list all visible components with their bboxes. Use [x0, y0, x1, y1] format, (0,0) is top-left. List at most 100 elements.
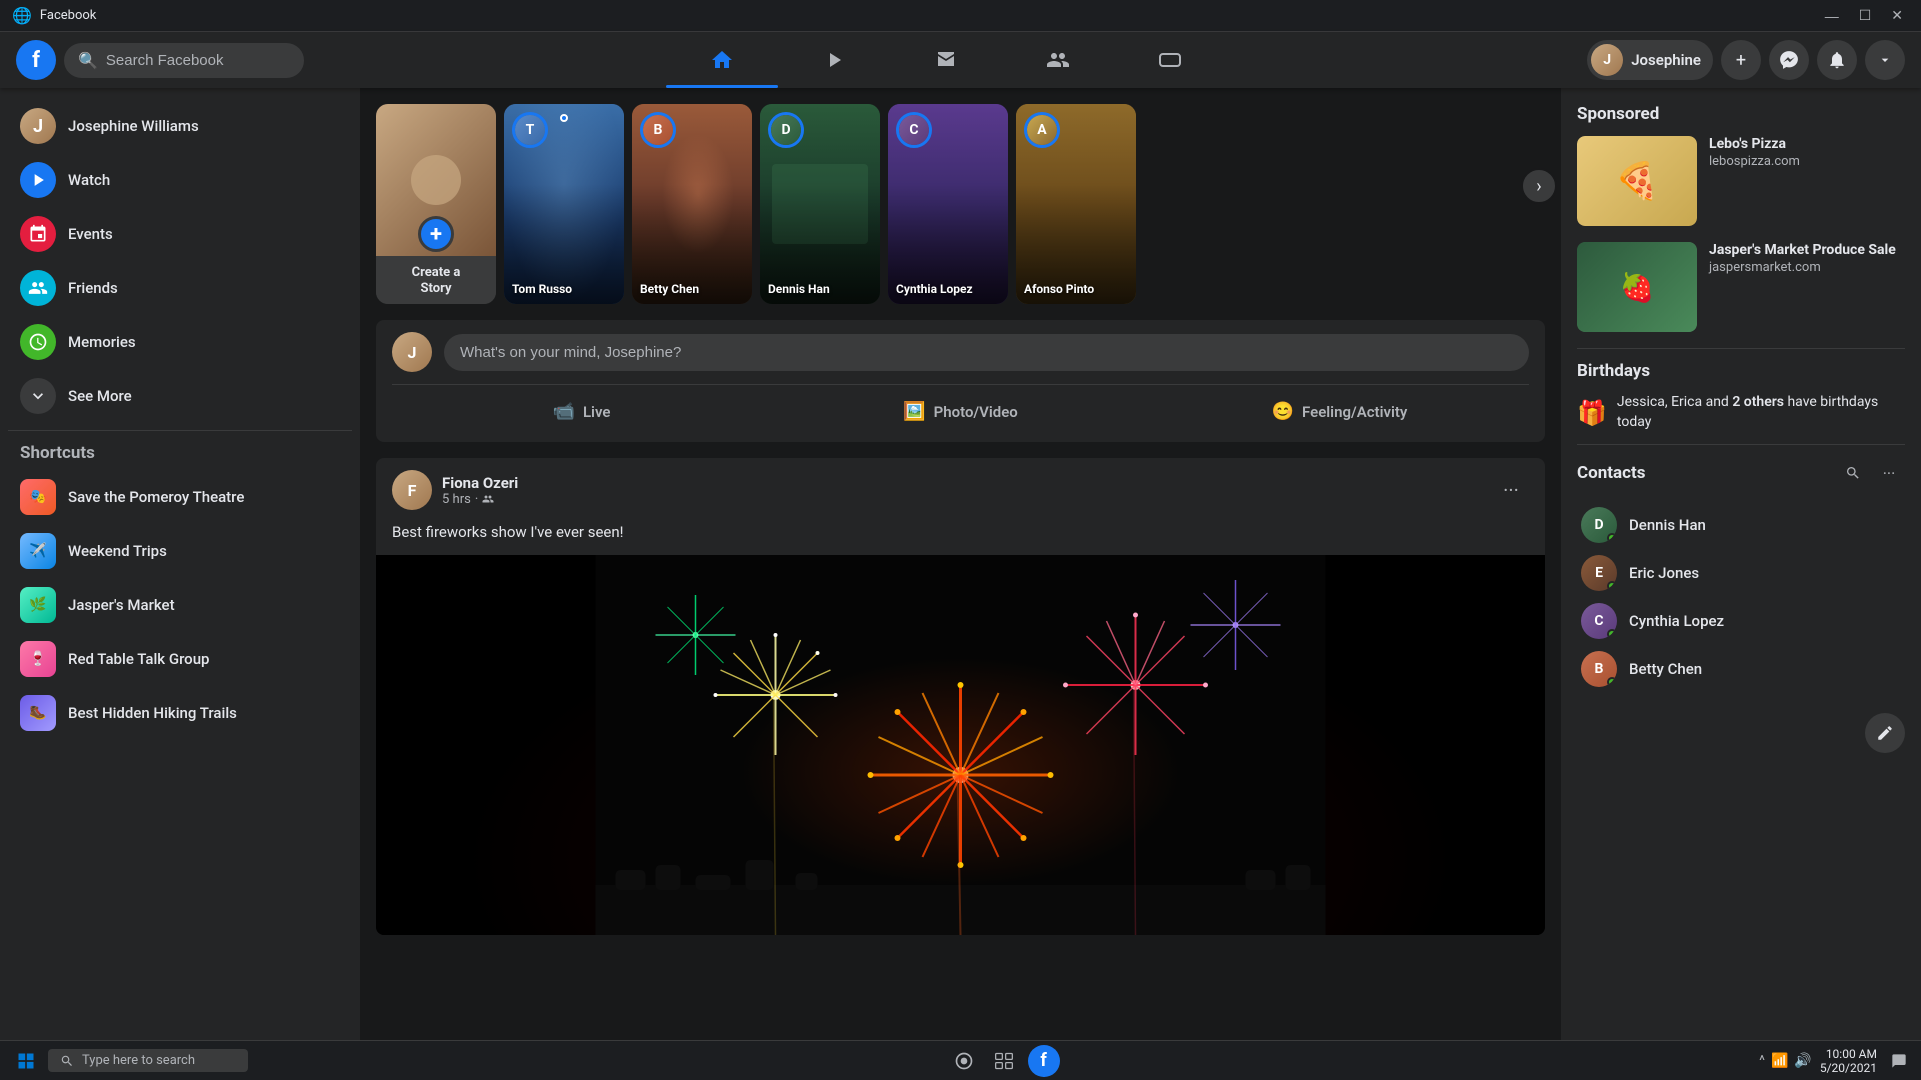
post-input[interactable]: What's on your mind, Josephine?: [444, 334, 1529, 371]
title-bar-title: 🌐 Facebook: [12, 6, 96, 25]
notifications-taskbar-button[interactable]: [1885, 1047, 1913, 1075]
post-user-info: Fiona Ozeri 5 hrs ·: [442, 474, 1483, 507]
contact-dennis[interactable]: D Dennis Han: [1577, 501, 1905, 549]
volume-icon[interactable]: 🔊: [1794, 1053, 1811, 1069]
notifications-button[interactable]: [1817, 40, 1857, 80]
tom-story-avatar-ring: T: [512, 112, 548, 148]
shortcut-weekend-thumb: ✈️: [20, 533, 56, 569]
start-button[interactable]: [8, 1043, 44, 1079]
taskbar-search-bar[interactable]: Type here to search: [48, 1049, 248, 1072]
stories-next-button[interactable]: ›: [1521, 168, 1557, 204]
story-tom[interactable]: T Tom Russo: [504, 104, 624, 304]
sidebar-item-friends[interactable]: Friends: [8, 262, 352, 314]
minimize-button[interactable]: —: [1819, 5, 1845, 26]
taskbar-task-view[interactable]: [986, 1043, 1022, 1079]
taskbar-right: ^ 📶 🔊 10:00 AM 5/20/2021: [1759, 1047, 1913, 1075]
sidebar-user-avatar: J: [20, 108, 56, 144]
title-bar: 🌐 Facebook — ☐ ✕: [0, 0, 1921, 32]
contact-dennis-name: Dennis Han: [1629, 516, 1706, 534]
sidebar-item-see-more[interactable]: See More: [8, 370, 352, 422]
post-author-name[interactable]: Fiona Ozeri: [442, 474, 1483, 492]
facebook-logo[interactable]: f: [16, 40, 56, 80]
post-image: [376, 555, 1545, 935]
post-meta: 5 hrs ·: [442, 492, 1483, 507]
taskbar-fb-icon: f: [1028, 1045, 1060, 1077]
contact-cynthia[interactable]: C Cynthia Lopez: [1577, 597, 1905, 645]
shortcut-pomeroy-thumb: 🎭: [20, 479, 56, 515]
sidebar-item-events[interactable]: Events: [8, 208, 352, 260]
sidebar-item-user-profile[interactable]: J Josephine Williams: [8, 100, 352, 152]
chevron-icon[interactable]: ^: [1759, 1053, 1765, 1069]
contacts-more-button[interactable]: ···: [1873, 457, 1905, 489]
betty-story-avatar-ring: B: [640, 112, 676, 148]
shortcut-hiking[interactable]: 🥾 Best Hidden Hiking Trails: [8, 687, 352, 739]
story-betty[interactable]: B Betty Chen: [632, 104, 752, 304]
section-divider-contacts: [1577, 444, 1905, 445]
messenger-button[interactable]: [1769, 40, 1809, 80]
add-button[interactable]: +: [1721, 40, 1761, 80]
ad-jasper-market[interactable]: 🍓 Jasper's Market Produce Sale jaspersma…: [1577, 242, 1905, 332]
taskbar-cortana[interactable]: [946, 1043, 982, 1079]
dennis-story-avatar-ring: D: [768, 112, 804, 148]
photo-video-button[interactable]: 🖼️ Photo/Video: [771, 393, 1150, 430]
nav-home-button[interactable]: [666, 36, 778, 84]
close-button[interactable]: ✕: [1885, 5, 1909, 26]
shortcut-hiking-label: Best Hidden Hiking Trails: [68, 704, 237, 722]
create-story-card[interactable]: + Create aStory: [376, 104, 496, 304]
post-text: Best fireworks show I've ever seen!: [376, 522, 1545, 555]
nav-marketplace-button[interactable]: [890, 36, 1002, 84]
app-title: Facebook: [40, 8, 96, 23]
contact-eric-avatar: E: [1581, 555, 1617, 591]
watch-icon: [20, 162, 56, 198]
nav-gaming-button[interactable]: [1114, 36, 1226, 84]
post-composer: J What's on your mind, Josephine? 📹 Live…: [376, 320, 1545, 442]
nav-watch-button[interactable]: [778, 36, 890, 84]
sidebar-user-name: Josephine Williams: [68, 117, 199, 135]
ad-jasper-url: jaspersmarket.com: [1709, 260, 1905, 275]
sidebar-item-watch[interactable]: Watch: [8, 154, 352, 206]
ad-jasper-info: Jasper's Market Produce Sale jaspersmark…: [1709, 242, 1905, 332]
shortcut-redtable[interactable]: 🍷 Red Table Talk Group: [8, 633, 352, 685]
contacts-search-button[interactable]: [1837, 457, 1869, 489]
dropdown-button[interactable]: [1865, 40, 1905, 80]
new-message-button[interactable]: [1865, 713, 1905, 753]
shortcut-jasper[interactable]: 🌿 Jasper's Market: [8, 579, 352, 631]
window-controls: — ☐ ✕: [1819, 5, 1909, 26]
audience-icon: [482, 493, 494, 505]
contact-betty[interactable]: B Betty Chen: [1577, 645, 1905, 693]
taskbar-time-display: 10:00 AM: [1820, 1047, 1877, 1061]
search-input[interactable]: [106, 52, 290, 69]
live-button[interactable]: 📹 Live: [392, 393, 771, 430]
ad-lebos-pizza[interactable]: 🍕 Lebo's Pizza lebospizza.com: [1577, 136, 1905, 226]
sidebar-item-memories[interactable]: Memories: [8, 316, 352, 368]
main-layout: J Josephine Williams Watch Events Friend…: [0, 88, 1921, 1040]
wifi-icon[interactable]: 📶: [1771, 1053, 1788, 1069]
search-bar[interactable]: 🔍: [64, 43, 304, 78]
taskbar-facebook-app[interactable]: f: [1026, 1043, 1062, 1079]
taskbar: Type here to search f ^ 📶 🔊 10:00 AM 5/2…: [0, 1040, 1921, 1080]
ad-lebos-url: lebospizza.com: [1709, 154, 1905, 169]
top-navigation: f 🔍 J Josephine +: [0, 32, 1921, 88]
post-more-button[interactable]: ···: [1493, 472, 1529, 508]
story-afonso[interactable]: A Afonso Pinto: [1016, 104, 1136, 304]
sidebar-watch-label: Watch: [68, 171, 110, 189]
post-user-avatar: J: [392, 332, 432, 372]
shortcut-hiking-thumb: 🥾: [20, 695, 56, 731]
contact-eric[interactable]: E Eric Jones: [1577, 549, 1905, 597]
feeling-icon: 😊: [1272, 401, 1294, 422]
birthday-item: 🎁 Jessica, Erica and 2 others have birth…: [1577, 393, 1905, 432]
story-cynthia[interactable]: C Cynthia Lopez: [888, 104, 1008, 304]
live-label: Live: [583, 403, 611, 421]
shortcut-weekend[interactable]: ✈️ Weekend Trips: [8, 525, 352, 577]
taskbar-clock[interactable]: 10:00 AM 5/20/2021: [1820, 1047, 1877, 1075]
story-dennis[interactable]: D Dennis Han: [760, 104, 880, 304]
birthdays-title: Birthdays: [1577, 361, 1905, 381]
maximize-button[interactable]: ☐: [1853, 5, 1878, 26]
shortcut-pomeroy[interactable]: 🎭 Save the Pomeroy Theatre: [8, 471, 352, 523]
create-story-plus-button[interactable]: +: [418, 216, 454, 252]
feeling-button[interactable]: 😊 Feeling/Activity: [1150, 393, 1529, 430]
user-profile-button[interactable]: J Josephine: [1587, 40, 1713, 80]
nav-groups-button[interactable]: [1002, 36, 1114, 84]
tom-story-name: Tom Russo: [512, 282, 616, 296]
contact-eric-name: Eric Jones: [1629, 564, 1699, 582]
